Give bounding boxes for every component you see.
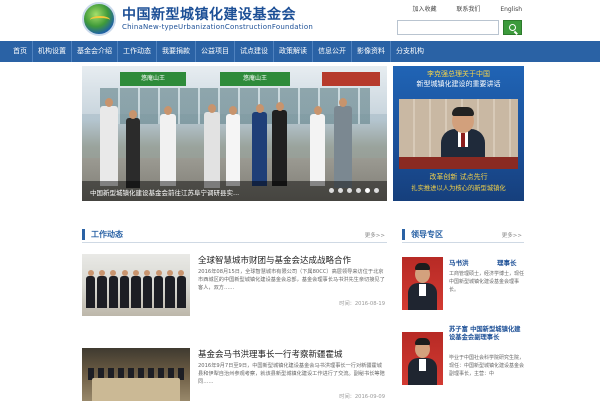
banner-shop-sign: 悠庵山王 [220,72,290,86]
banner-person [204,104,220,188]
banner-person [126,110,140,188]
news-thumbnail[interactable] [82,254,190,316]
banner-person [272,102,287,186]
site-name-cn: 中国新型城镇化建设基金会 [122,7,296,23]
section-marker [402,229,405,240]
nav-branches[interactable]: 分支机构 [391,41,429,62]
slide-dot[interactable] [356,188,361,193]
slide-dot[interactable] [347,188,352,193]
top-links: 加入收藏 联系我们 English [394,4,522,13]
news-date: 时间：2016-09-09 [339,394,385,400]
banner-slideshow[interactable]: 悠庵山王 悠庵山王 中国新型城镇化建设基金会前往江苏阜宁调研县实... [82,66,387,201]
leader-description: 毕业于中国社会科学院研究生院，现任：中国新型城镇化建设基金会副理事长，主营：中 [449,355,525,377]
banner-caption[interactable]: 中国新型城镇化建设基金会前往江苏阜宁调研县实... [90,187,239,197]
banner-person [160,106,176,186]
nav-policy[interactable]: 政策解读 [274,41,313,62]
news-summary: 2016年08月15日，全球智慧城市有限公司（下属80CC）高层领导来访位于北京… [198,269,385,291]
banner-shop-sign: 悠庵山王 [120,72,186,86]
nav-organization[interactable]: 机构设置 [33,41,72,62]
leader-name[interactable]: 马书洪 [449,257,469,267]
banner-person [252,104,267,186]
site-header: 中国新型城镇化建设基金会 ChinaNew-typeUrbanizationCo… [0,0,600,40]
slide-dot[interactable] [374,188,379,193]
search-button[interactable] [503,20,522,35]
leader-description: 工商管理硕士，经济学博士，现任中国新型城镇化建设基金会理事长。 [449,271,525,293]
news-thumbnail[interactable] [82,348,190,401]
nav-media[interactable]: 影像资料 [352,41,391,62]
news-title[interactable]: 基金会马书洪理事长一行考察新疆霍城 [198,348,343,360]
news-title[interactable]: 全球智慧城市财团与基金会达成战略合作 [198,254,351,266]
section-marker [82,229,85,240]
nav-about[interactable]: 基金会介绍 [72,41,118,62]
leader-card[interactable]: 马书洪 理事长 工商管理硕士，经济学博士，现任中国新型城镇化建设基金会理事长。 [402,257,524,317]
promo-title: 李克强总理关于中国 [427,70,490,78]
leader-photo[interactable] [402,332,443,385]
nav-donate[interactable]: 我要捐款 [157,41,196,62]
news-section-title: 工作动态 [91,230,123,239]
leader-role: 理事长 [497,259,517,267]
site-name-en: ChinaNew-typeUrbanizationConstructionFou… [122,23,313,31]
leader-section-title: 领导专区 [411,230,443,239]
slide-indicators [329,188,379,193]
nav-news[interactable]: 工作动态 [118,41,157,62]
news-date: 时间：2016-08-19 [339,301,385,307]
banner-shop-sign-red [322,72,380,86]
banner-person [310,106,325,186]
nav-disclosure[interactable]: 信息公开 [313,41,352,62]
slide-dot[interactable] [329,188,334,193]
contact-us-link[interactable]: 联系我们 [456,6,480,13]
nav-pilot[interactable]: 试点建设 [235,41,274,62]
banner-caption-bar: 中国新型城镇化建设基金会前往江苏阜宁调研县实... [82,181,387,201]
banner-person [100,98,118,186]
speech-promo-panel[interactable]: 李克强总理关于中国 新型城镇化建设的重要讲话 改革创新 试点先行 扎实推进以人为… [393,66,524,201]
leader-card[interactable]: 苏子富 中国新型城镇化建设基金会副理事长 毕业于中国社会科学院研究生院，现任：中… [402,326,524,386]
news-item[interactable]: 全球智慧城市财团与基金会达成战略合作 2016年08月15日，全球智慧城市有限公… [82,254,387,316]
promo-slogan: 改革创新 试点先行 [429,173,488,181]
news-summary: 2016年9月7日至9日，中国新型城镇化建设基金会马书洪理事长一行对新疆霍城县和… [198,363,385,385]
slide-dot[interactable] [338,188,343,193]
leader-name[interactable]: 苏子富 中国新型城镇化建设基金会副理事长 [449,326,525,342]
search-input[interactable] [397,20,499,35]
nav-home[interactable]: 首页 [8,41,33,62]
news-section-header: 工作动态 更多>> [82,228,387,243]
globe-logo-icon [82,2,116,36]
leader-section-header: 领导专区 更多>> [402,228,524,243]
nav-projects[interactable]: 公益项目 [196,41,235,62]
slide-dot-active[interactable] [365,188,370,193]
promo-title: 新型城镇化建设的重要讲话 [416,80,501,88]
search-icon [509,24,516,31]
english-link[interactable]: English [500,6,522,13]
news-item[interactable]: 基金会马书洪理事长一行考察新疆霍城 2016年9月7日至9日，中国新型城镇化建设… [82,348,387,401]
main-nav: 首页 机构设置 基金会介绍 工作动态 我要捐款 公益项目 试点建设 政策解读 信… [0,41,600,62]
add-favorite-link[interactable]: 加入收藏 [412,6,436,13]
news-more-link[interactable]: 更多>> [365,231,385,239]
promo-slogan: 扎实推进以人为核心的新型城镇化 [411,185,506,192]
leader-more-link[interactable]: 更多>> [502,231,522,239]
banner-person [226,106,240,186]
promo-photo [399,99,518,169]
banner-person [334,98,352,188]
site-logo[interactable]: 中国新型城镇化建设基金会 ChinaNew-typeUrbanizationCo… [82,2,313,38]
leader-photo[interactable] [402,257,443,310]
